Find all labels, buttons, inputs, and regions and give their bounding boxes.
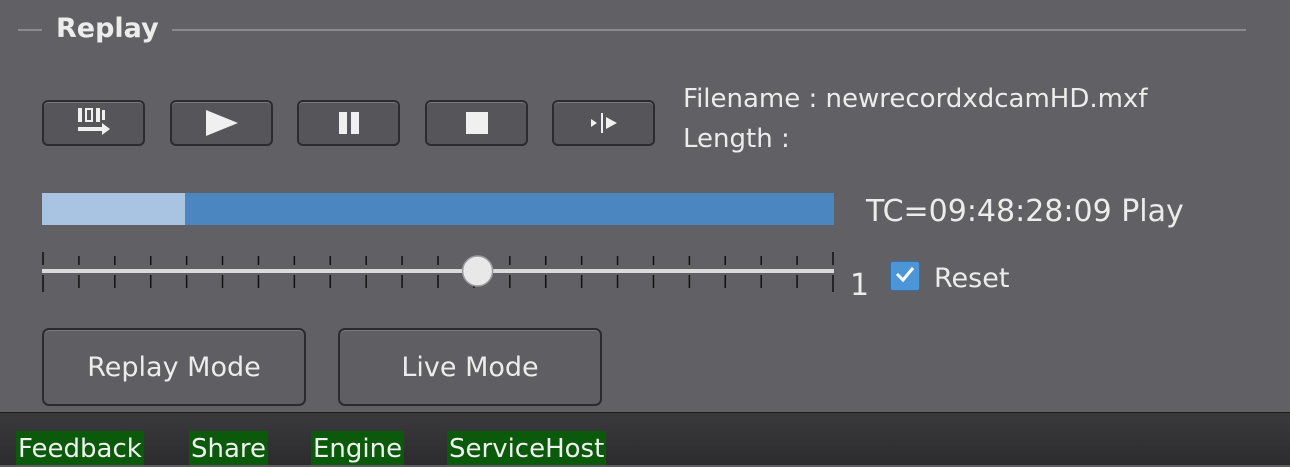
stop-icon <box>465 111 489 135</box>
pause-icon <box>337 111 361 135</box>
group-title: Replay <box>56 13 159 44</box>
step-frame-button[interactable] <box>552 100 655 146</box>
reset-label: Reset <box>934 263 1010 294</box>
slider-thumb <box>461 255 494 287</box>
stop-button[interactable] <box>425 100 528 146</box>
pause-button[interactable] <box>297 100 400 146</box>
status-item-engine[interactable]: Engine <box>311 431 405 465</box>
speed-slider[interactable] <box>42 244 834 300</box>
status-item-share[interactable]: Share <box>189 431 269 465</box>
play-icon <box>204 109 240 137</box>
checkmark-icon <box>894 263 916 289</box>
load-clip-icon <box>74 106 114 140</box>
group-divider-right <box>172 29 1246 31</box>
status-item-servicehost[interactable]: ServiceHost <box>447 431 607 465</box>
reset-checkbox[interactable] <box>890 261 920 291</box>
length-label: Length : <box>683 124 790 154</box>
replay-progress-bar[interactable] <box>42 193 834 225</box>
play-button[interactable] <box>170 100 273 146</box>
replay-panel: Replay Filename: newrecordxdcamHD.mxf L… <box>0 0 1290 412</box>
timecode-status: TC=09:48:28:09 Play <box>866 194 1184 229</box>
group-divider-left <box>18 29 42 31</box>
live-mode-button[interactable]: Live Mode <box>338 328 602 406</box>
speed-value: 1 <box>850 268 870 303</box>
step-frame-icon <box>589 111 619 135</box>
slider-track <box>42 269 834 273</box>
replay-mode-button[interactable]: Replay Mode <box>42 328 306 406</box>
filename-label: Filename : newrecordxdcamHD.mxf <box>683 84 1148 114</box>
progress-fill <box>42 193 185 225</box>
status-item-feedback[interactable]: Feedback <box>16 431 144 465</box>
load-clip-button[interactable] <box>42 100 145 146</box>
status-bar: Feedback Share Engine ServiceHost <box>0 412 1290 465</box>
